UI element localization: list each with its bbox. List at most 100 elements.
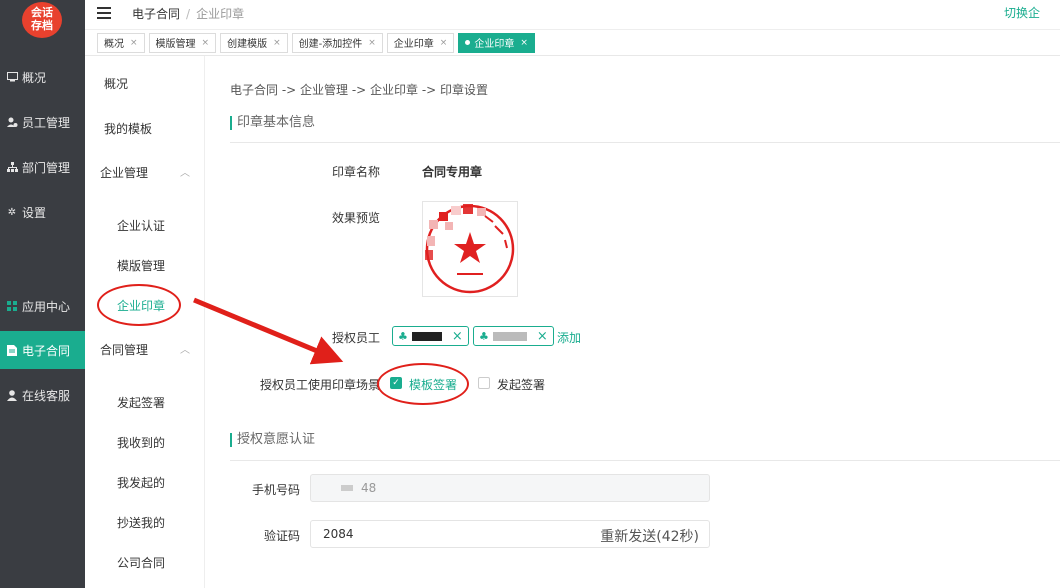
phone-value: 48: [361, 481, 377, 495]
top-breadcrumb: 电子合同 / 企业印章: [132, 5, 244, 22]
subnav-company-contracts[interactable]: 公司合同: [117, 554, 165, 571]
start-sign-checkbox[interactable]: [478, 377, 490, 389]
tab-enterprise-seal[interactable]: 企业印章 ×: [386, 32, 455, 53]
tab-label: 概况: [104, 39, 124, 50]
nav-item-settings[interactable]: ✲ 设置: [0, 193, 85, 231]
nav-item-online-service[interactable]: 在线客服: [0, 376, 85, 414]
seal-preview: [422, 201, 518, 297]
nav-label: 概况: [22, 70, 47, 85]
crumb-root[interactable]: 电子合同: [132, 7, 180, 21]
blurred-name: [411, 331, 442, 341]
logo-line2: 存档: [31, 19, 53, 32]
tab-label: 创建-添加控件: [298, 39, 363, 50]
subnav-enterprise-cert[interactable]: 企业认证: [117, 217, 165, 234]
users-icon: [6, 116, 18, 128]
nav-item-department[interactable]: 部门管理: [0, 148, 85, 186]
tab-overview[interactable]: 概况 ×: [97, 32, 145, 53]
grid-icon: [6, 300, 18, 312]
main-content: 电子合同 -> 企业管理 -> 企业印章 -> 印章设置 印章基本信息 印章名称…: [206, 56, 1060, 588]
subnav-template-manage[interactable]: 模版管理: [117, 257, 165, 274]
annotation-circle-template-sign: [377, 363, 469, 405]
seal-name-value: 合同专用章: [422, 165, 483, 179]
code-label: 验证码: [263, 529, 300, 543]
user-icon: ♣: [479, 329, 489, 343]
nav-label: 电子合同: [22, 343, 71, 358]
tab-template-manage[interactable]: 模版管理 ×: [148, 32, 217, 53]
seal-image: [425, 204, 515, 294]
nav-label: 员工管理: [22, 115, 71, 130]
blurred-name: [492, 331, 527, 341]
divider: [230, 460, 1060, 461]
nav-item-overview[interactable]: 概况: [0, 58, 85, 96]
nav-item-staff[interactable]: 员工管理: [0, 103, 85, 141]
nav-item-e-contract[interactable]: 电子合同: [0, 331, 85, 369]
tab-label: 创建模版: [227, 39, 268, 50]
code-value: 2084: [323, 527, 354, 541]
close-icon[interactable]: ×: [537, 329, 548, 344]
section-title-auth: 授权意愿认证: [230, 433, 315, 447]
left-nav: 会话 存档 概况 员工管理 部门管理 ✲ 设置 应用中心 电子合同 在线客服: [0, 0, 85, 588]
divider: [230, 142, 1060, 143]
close-icon[interactable]: ×: [452, 329, 463, 344]
close-icon[interactable]: ×: [202, 38, 210, 48]
verification-code-input[interactable]: 2084 重新发送(42秒): [310, 520, 710, 548]
chevron-up-icon: ︿: [180, 168, 190, 179]
subnav-group-enterprise[interactable]: 企业管理 ︿: [100, 164, 190, 181]
phone-input[interactable]: 48: [310, 474, 710, 502]
switch-enterprise-link[interactable]: 切换企: [1004, 4, 1040, 21]
gear-icon: ✲: [7, 206, 17, 218]
subnav-initiated[interactable]: 我发起的: [117, 474, 165, 491]
section-title-seal-info: 印章基本信息: [230, 116, 315, 130]
add-staff-link[interactable]: 添加: [557, 329, 581, 346]
nav-label: 部门管理: [22, 160, 71, 175]
group-label: 合同管理: [100, 343, 149, 357]
subnav-group-contract[interactable]: 合同管理 ︿: [100, 341, 190, 358]
menu-toggle-icon[interactable]: [97, 7, 111, 19]
blurred-digits: [341, 485, 353, 491]
logo-line1: 会话: [31, 6, 53, 19]
staff-chip-1[interactable]: ♣ ×: [392, 326, 469, 346]
crumb-current: 企业印章: [196, 7, 245, 21]
subnav-received[interactable]: 我收到的: [117, 434, 165, 451]
tab-label: 企业印章: [393, 39, 434, 50]
staff-chip-2[interactable]: ♣ ×: [473, 326, 554, 346]
page-breadcrumb: 电子合同 -> 企业管理 -> 企业印章 -> 印章设置: [230, 83, 489, 97]
seal-name-label: 印章名称: [331, 165, 380, 179]
phone-label: 手机号码: [251, 483, 300, 497]
preview-label: 效果预览: [331, 211, 380, 225]
nav-label: 应用中心: [22, 299, 71, 314]
org-icon: [6, 161, 18, 173]
close-icon[interactable]: ×: [273, 38, 281, 48]
close-icon[interactable]: ×: [368, 38, 376, 48]
subnav-start-sign[interactable]: 发起签署: [117, 394, 165, 411]
document-icon: [6, 344, 18, 356]
tab-create-template[interactable]: 创建模版 ×: [220, 32, 288, 53]
authorized-staff-label: 授权员工: [331, 331, 380, 345]
tabs-bar: 概况 × 模版管理 × 创建模版 × 创建-添加控件 × 企业印章 × 企业印章 ×: [85, 30, 1060, 56]
tab-label: 企业印章: [474, 39, 515, 50]
app-logo[interactable]: 会话 存档: [22, 2, 62, 38]
nav-label: 在线客服: [22, 388, 71, 403]
tab-add-control[interactable]: 创建-添加控件 ×: [291, 32, 383, 53]
start-sign-label[interactable]: 发起签署: [497, 376, 545, 393]
annotation-circle-seal-menu: [97, 284, 181, 326]
monitor-icon: [6, 71, 18, 83]
close-icon[interactable]: ×: [130, 38, 138, 48]
nav-item-app-center[interactable]: 应用中心: [0, 287, 85, 325]
subnav-cc-me[interactable]: 抄送我的: [117, 514, 165, 531]
person-icon: [6, 389, 18, 401]
crumb-separator: /: [186, 7, 191, 21]
resend-button[interactable]: 重新发送(42秒): [600, 526, 699, 546]
group-label: 企业管理: [100, 166, 149, 180]
chevron-up-icon: ︿: [180, 345, 190, 356]
nav-label: 设置: [22, 205, 47, 220]
subnav-my-templates[interactable]: 我的模板: [104, 120, 152, 137]
user-icon: ♣: [398, 329, 408, 343]
active-dot-icon: [465, 40, 471, 45]
close-icon[interactable]: ×: [520, 38, 528, 48]
subnav-overview[interactable]: 概况: [104, 75, 128, 92]
seal-scene-label: 授权员工使用印章场景: [259, 378, 380, 392]
close-icon[interactable]: ×: [440, 38, 448, 48]
tab-enterprise-seal-active[interactable]: 企业印章 ×: [458, 32, 535, 53]
top-bar: 电子合同 / 企业印章 切换企: [85, 0, 1060, 30]
